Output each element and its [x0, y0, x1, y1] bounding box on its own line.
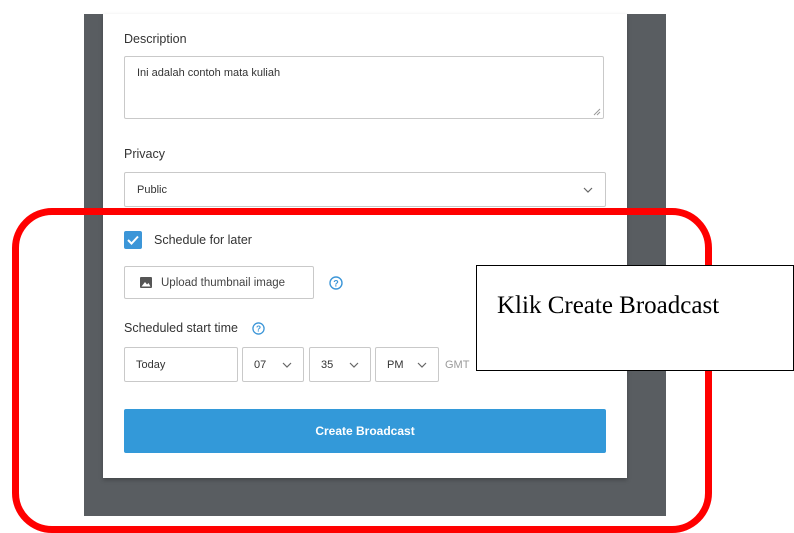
privacy-value: Public — [137, 183, 167, 196]
resize-grip-icon[interactable] — [593, 108, 601, 116]
description-textarea[interactable]: Ini adalah contoh mata kuliah — [124, 56, 604, 119]
callout-text: Klik Create Broadcast — [497, 292, 720, 319]
privacy-select[interactable]: Public — [124, 172, 606, 207]
chevron-down-icon — [583, 187, 593, 193]
privacy-label: Privacy — [124, 147, 165, 161]
description-label: Description — [124, 32, 187, 46]
description-value: Ini adalah contoh mata kuliah — [137, 67, 281, 79]
instruction-callout: Klik Create Broadcast — [476, 265, 794, 371]
